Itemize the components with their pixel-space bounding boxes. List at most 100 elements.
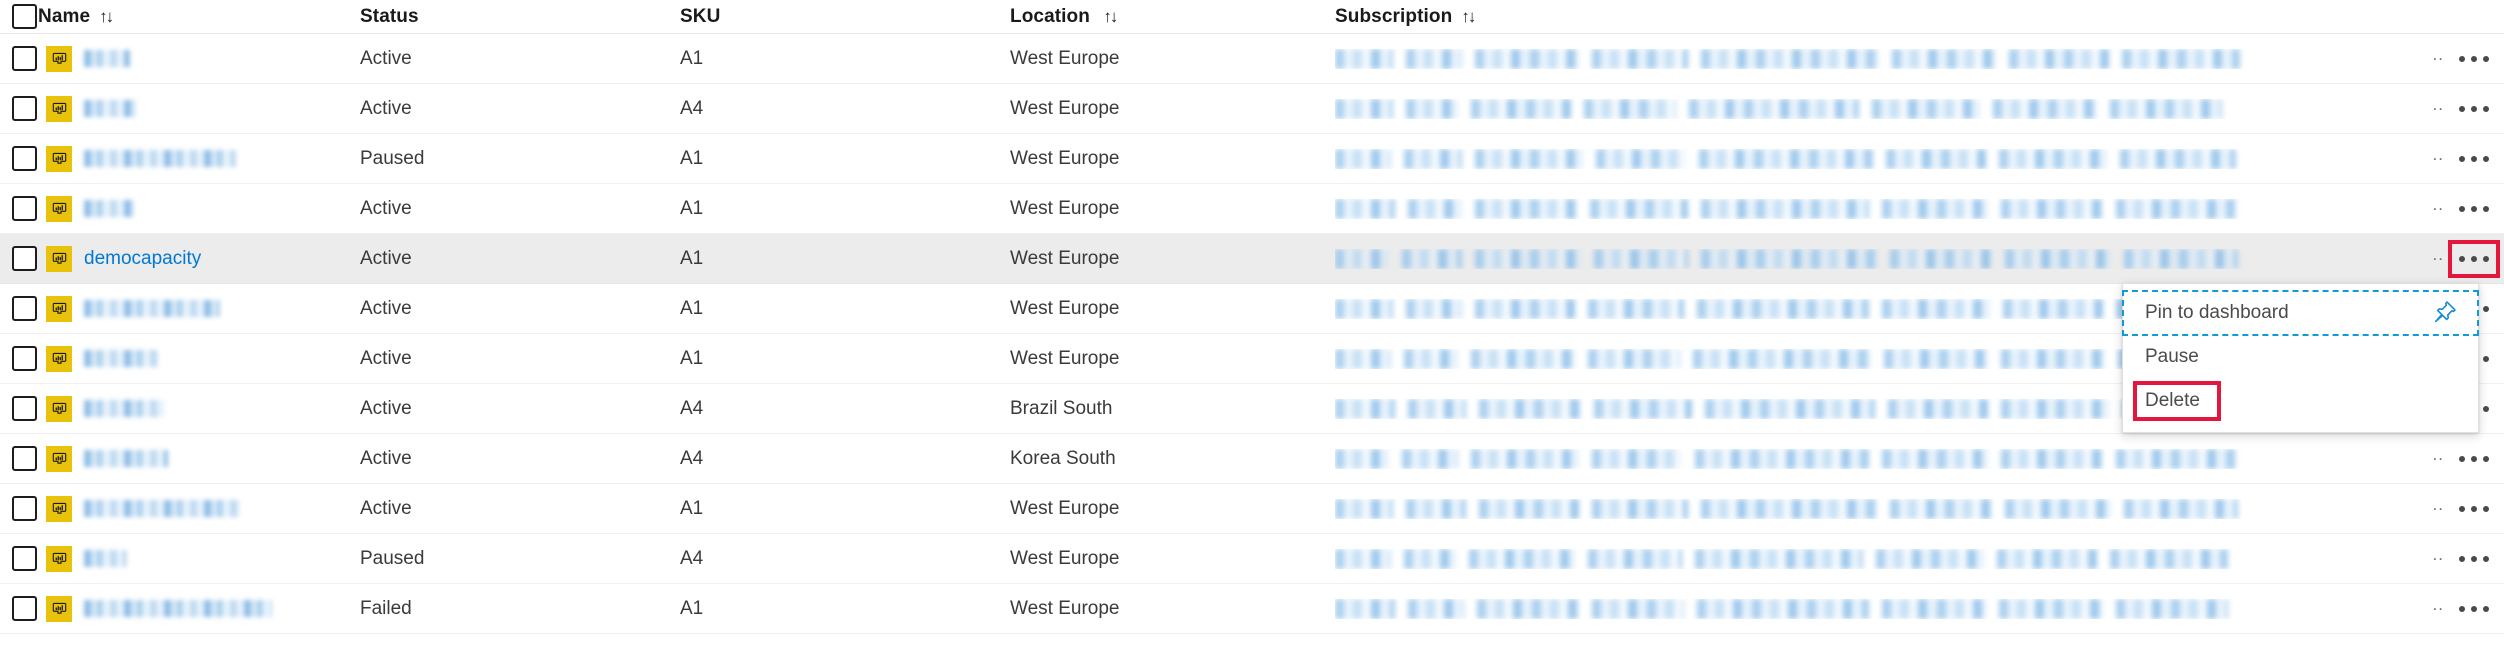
row-more-options-button[interactable] bbox=[2452, 144, 2496, 174]
context-menu-item-delete[interactable]: Delete bbox=[2123, 379, 2478, 423]
row-select-cell[interactable] bbox=[0, 146, 38, 171]
row-select-cell[interactable] bbox=[0, 346, 38, 371]
capacity-name-redacted[interactable] bbox=[84, 350, 158, 367]
row-more-options-button[interactable] bbox=[2452, 544, 2496, 574]
row-more-options-button[interactable] bbox=[2452, 594, 2496, 624]
row-select-cell[interactable] bbox=[0, 246, 38, 271]
row-checkbox[interactable] bbox=[11, 596, 37, 621]
row-checkbox[interactable] bbox=[11, 46, 37, 71]
capacity-name-redacted[interactable] bbox=[84, 200, 134, 217]
sku-value: A4 bbox=[680, 397, 704, 419]
capacity-name-cell[interactable] bbox=[38, 45, 360, 72]
capacity-name-cell[interactable] bbox=[38, 545, 360, 572]
row-actions-cell[interactable] bbox=[2444, 194, 2504, 224]
row-checkbox[interactable] bbox=[11, 246, 37, 271]
column-header-location[interactable]: Location ↑↓ bbox=[1010, 6, 1335, 28]
table-row[interactable]: Active A1 West Europe.. bbox=[0, 484, 2504, 534]
row-actions-cell[interactable] bbox=[2444, 594, 2504, 624]
table-row[interactable]: Paused A1 West Europe.. bbox=[0, 134, 2504, 184]
subscription-blur-segment bbox=[2124, 248, 2238, 269]
row-select-cell[interactable] bbox=[0, 396, 38, 421]
subscription-redacted bbox=[1335, 148, 2429, 169]
row-select-cell[interactable] bbox=[0, 546, 38, 571]
row-actions-cell[interactable] bbox=[2444, 239, 2504, 278]
row-more-options-button[interactable] bbox=[2452, 194, 2496, 224]
capacity-name-redacted[interactable] bbox=[84, 300, 220, 317]
table-row[interactable]: Active A4 Korea South.. bbox=[0, 434, 2504, 484]
row-more-options-button[interactable] bbox=[2452, 44, 2496, 74]
row-checkbox[interactable] bbox=[11, 346, 37, 371]
capacity-name-redacted[interactable] bbox=[84, 550, 126, 567]
capacity-name-redacted[interactable] bbox=[84, 150, 236, 167]
column-header-sku[interactable]: SKU bbox=[680, 6, 1010, 28]
capacity-name-cell[interactable] bbox=[38, 395, 360, 422]
row-checkbox[interactable] bbox=[11, 446, 37, 471]
row-actions-cell[interactable] bbox=[2444, 44, 2504, 74]
power-bi-capacity-icon bbox=[46, 295, 72, 322]
select-all-checkbox[interactable] bbox=[11, 4, 37, 29]
capacity-name-cell[interactable] bbox=[38, 95, 360, 122]
capacity-name-cell[interactable] bbox=[38, 295, 360, 322]
capacity-name-cell[interactable] bbox=[38, 595, 360, 622]
subscription-blur-segment bbox=[1697, 298, 1869, 319]
column-header-subscription[interactable]: Subscription ↑↓ bbox=[1335, 6, 2444, 28]
row-checkbox[interactable] bbox=[11, 396, 37, 421]
row-more-options-button[interactable] bbox=[2452, 494, 2496, 524]
table-row[interactable]: Paused A4 West Europe.. bbox=[0, 534, 2504, 584]
select-all-cell[interactable] bbox=[0, 4, 38, 29]
sku-cell: A4 bbox=[680, 398, 1010, 420]
row-checkbox[interactable] bbox=[11, 96, 37, 121]
row-select-cell[interactable] bbox=[0, 296, 38, 321]
column-header-name[interactable]: Name ↑↓ bbox=[38, 6, 360, 28]
context-menu-item-pause[interactable]: Pause bbox=[2123, 335, 2478, 379]
row-actions-cell[interactable] bbox=[2444, 494, 2504, 524]
row-checkbox[interactable] bbox=[11, 496, 37, 521]
sku-cell: A1 bbox=[680, 248, 1010, 270]
subscription-blur-segment bbox=[2110, 548, 2228, 569]
capacity-name-redacted[interactable] bbox=[84, 500, 240, 517]
table-row[interactable]: Active A1 West Europe.. bbox=[0, 34, 2504, 84]
table-row[interactable]: democapacity Active A1 West Europe.. bbox=[0, 234, 2504, 284]
capacity-name-cell[interactable] bbox=[38, 145, 360, 172]
sku-cell: A1 bbox=[680, 198, 1010, 220]
sort-arrows-icon[interactable]: ↑↓ bbox=[1461, 7, 1476, 27]
capacity-name-link[interactable]: democapacity bbox=[84, 248, 201, 270]
column-header-status[interactable]: Status bbox=[360, 6, 680, 28]
row-select-cell[interactable] bbox=[0, 196, 38, 221]
row-checkbox[interactable] bbox=[11, 146, 37, 171]
row-select-cell[interactable] bbox=[0, 496, 38, 521]
subscription-blur-segment bbox=[1876, 548, 1984, 569]
row-select-cell[interactable] bbox=[0, 596, 38, 621]
row-actions-cell[interactable] bbox=[2444, 544, 2504, 574]
capacity-name-redacted[interactable] bbox=[84, 400, 164, 417]
table-row[interactable]: Active A1 West Europe.. bbox=[0, 184, 2504, 234]
row-select-cell[interactable] bbox=[0, 446, 38, 471]
row-more-options-button[interactable] bbox=[2452, 444, 2496, 474]
table-row[interactable]: Active A4 West Europe.. bbox=[0, 84, 2504, 134]
row-more-options-button[interactable] bbox=[2452, 94, 2496, 124]
row-select-cell[interactable] bbox=[0, 96, 38, 121]
capacity-name-cell[interactable]: democapacity bbox=[38, 245, 360, 272]
row-checkbox[interactable] bbox=[11, 296, 37, 321]
capacity-name-cell[interactable] bbox=[38, 345, 360, 372]
capacity-name-redacted[interactable] bbox=[84, 100, 136, 117]
row-checkbox[interactable] bbox=[11, 546, 37, 571]
capacity-name-redacted[interactable] bbox=[84, 50, 130, 67]
sku-value: A1 bbox=[680, 497, 704, 519]
row-actions-cell[interactable] bbox=[2444, 144, 2504, 174]
subscription-blur-segment bbox=[2003, 298, 2103, 319]
table-row[interactable]: Failed A1 West Europe.. bbox=[0, 584, 2504, 634]
capacity-name-redacted[interactable] bbox=[84, 450, 168, 467]
sort-arrows-icon[interactable]: ↑↓ bbox=[99, 7, 114, 27]
capacity-name-redacted[interactable] bbox=[84, 600, 272, 617]
sort-arrows-icon[interactable]: ↑↓ bbox=[1103, 7, 1118, 27]
row-checkbox[interactable] bbox=[11, 196, 37, 221]
context-menu-item-pin-to-dashboard[interactable]: Pin to dashboard bbox=[2122, 290, 2479, 336]
row-more-options-button[interactable] bbox=[2448, 239, 2500, 278]
row-actions-cell[interactable] bbox=[2444, 444, 2504, 474]
capacity-name-cell[interactable] bbox=[38, 195, 360, 222]
capacity-name-cell[interactable] bbox=[38, 495, 360, 522]
row-select-cell[interactable] bbox=[0, 46, 38, 71]
row-actions-cell[interactable] bbox=[2444, 94, 2504, 124]
capacity-name-cell[interactable] bbox=[38, 445, 360, 472]
